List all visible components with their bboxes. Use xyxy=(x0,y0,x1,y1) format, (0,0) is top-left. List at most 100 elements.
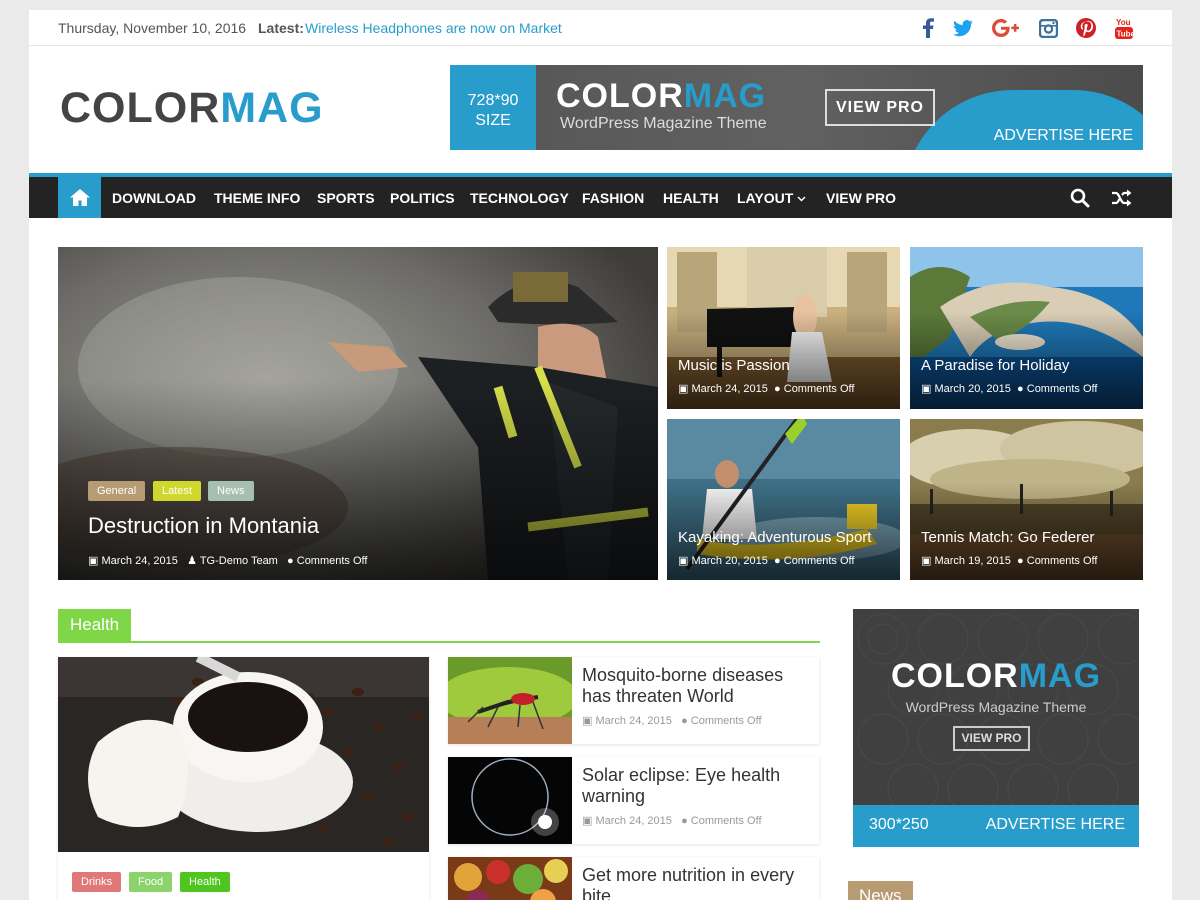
main-navigation: DOWNLOAD THEME INFO SPORTS POLITICS TECH… xyxy=(29,173,1172,218)
post-comments: Comments Off xyxy=(1026,555,1098,567)
nav-layout[interactable]: LAYOUT xyxy=(737,190,806,206)
random-post-shuffle-icon[interactable] xyxy=(1112,189,1132,207)
post-thumbnail[interactable] xyxy=(448,657,572,744)
svg-text:You: You xyxy=(1116,18,1131,27)
nav-theme-info[interactable]: THEME INFO xyxy=(214,190,300,206)
nav-view-pro[interactable]: VIEW PRO xyxy=(826,190,896,206)
latest-label: Latest: xyxy=(258,20,304,36)
solar-eclipse-image xyxy=(448,757,572,844)
category-food[interactable]: Food xyxy=(129,872,173,892)
calendar-icon: ▣ xyxy=(921,555,932,567)
nav-fashion[interactable]: FASHION xyxy=(582,190,644,206)
post-date[interactable]: March 19, 2015 xyxy=(934,555,1010,567)
health-post-item[interactable]: Solar eclipse: Eye health warning ▣ Marc… xyxy=(448,757,819,844)
comment-icon: ● xyxy=(1017,383,1024,395)
category-drinks[interactable]: Drinks xyxy=(72,872,122,892)
health-main-post[interactable]: Drinks Food Health xyxy=(58,657,429,900)
nav-health[interactable]: HEALTH xyxy=(663,190,719,206)
category-health[interactable]: Health xyxy=(180,872,230,892)
ad-brand-blue: MAG xyxy=(683,77,767,115)
logo-text-dark: COLOR xyxy=(60,84,221,132)
site-logo[interactable]: COLORMAG xyxy=(60,84,324,133)
health-post-item[interactable]: Mosquito-borne diseases has threaten Wor… xyxy=(448,657,819,744)
ad-brand-blue: MAG xyxy=(1018,657,1102,695)
post-date[interactable]: March 24, 2015 xyxy=(595,715,671,727)
post-date[interactable]: March 20, 2015 xyxy=(934,383,1010,395)
post-date[interactable]: March 24, 2015 xyxy=(691,383,767,395)
post-title[interactable]: Solar eclipse: Eye health warning xyxy=(582,765,812,807)
sidebar-advertisement[interactable]: COLORMAG WordPress Magazine Theme VIEW P… xyxy=(853,609,1139,847)
search-icon[interactable] xyxy=(1070,188,1090,208)
category-general[interactable]: General xyxy=(88,481,146,501)
ad-tagline: WordPress Magazine Theme xyxy=(560,115,767,132)
featured-main-title[interactable]: Destruction in Montania xyxy=(88,513,319,539)
mosquito-image xyxy=(448,657,572,744)
featured-post-meta: ▣ March 20, 2015 ● Comments Off xyxy=(921,382,1097,395)
post-title[interactable]: Mosquito-borne diseases has threaten Wor… xyxy=(582,665,812,707)
featured-post-meta: ▣ March 24, 2015 ● Comments Off xyxy=(678,382,854,395)
svg-text:Tube: Tube xyxy=(1117,30,1135,39)
comment-icon: ● xyxy=(774,383,781,395)
home-button[interactable] xyxy=(58,177,101,218)
nav-download[interactable]: DOWNLOAD xyxy=(112,190,196,206)
featured-main-post[interactable]: General Latest News Destruction in Monta… xyxy=(58,247,658,580)
post-meta: ▣ March 24, 2015 ● Comments Off xyxy=(582,814,762,827)
top-bar: Thursday, November 10, 2016 Latest: Wire… xyxy=(29,10,1172,46)
ad-view-pro-button[interactable]: VIEW PRO xyxy=(825,89,935,126)
home-icon xyxy=(69,189,90,206)
youtube-icon[interactable]: You Tube xyxy=(1113,17,1135,39)
ad-size-label: 728*90 xyxy=(467,92,519,109)
twitter-icon[interactable] xyxy=(952,17,974,39)
header-advertisement[interactable]: 728*90 SIZE COLORMAG WordPress Magazine … xyxy=(450,65,1143,150)
post-comments: Comments Off xyxy=(1026,383,1098,395)
chevron-down-icon xyxy=(797,196,806,202)
post-date[interactable]: March 24, 2015 xyxy=(595,815,671,827)
latest-news-link[interactable]: Wireless Headphones are now on Market xyxy=(305,20,562,36)
page: Thursday, November 10, 2016 Latest: Wire… xyxy=(29,10,1172,900)
news-section-heading[interactable]: News xyxy=(848,881,913,900)
featured-main-meta: ▣ March 24, 2015 ♟ TG-Demo Team ● Commen… xyxy=(88,554,367,567)
post-author[interactable]: TG-Demo Team xyxy=(200,555,278,567)
health-post-item[interactable]: Get more nutrition in every bite xyxy=(448,857,819,900)
featured-post-paradise[interactable]: A Paradise for Holiday ▣ March 20, 2015 … xyxy=(910,247,1143,409)
ad-brand: COLORMAG xyxy=(556,77,766,116)
calendar-icon: ▣ xyxy=(678,383,689,395)
featured-post-title[interactable]: Music is Passion xyxy=(678,357,790,374)
pinterest-icon[interactable] xyxy=(1075,17,1097,39)
health-heading-label[interactable]: Health xyxy=(58,609,132,641)
health-section-heading: Health xyxy=(58,609,820,643)
category-news[interactable]: News xyxy=(208,481,254,501)
ad-size-box: 728*90 SIZE xyxy=(450,65,536,150)
nav-politics[interactable]: POLITICS xyxy=(390,190,455,206)
post-title[interactable]: Get more nutrition in every bite xyxy=(582,865,812,900)
ad-view-pro-button[interactable]: VIEW PRO xyxy=(953,726,1030,751)
featured-post-meta: ▣ March 20, 2015 ● Comments Off xyxy=(678,554,854,567)
featured-post-tennis[interactable]: Tennis Match: Go Federer ▣ March 19, 201… xyxy=(910,419,1143,580)
post-thumbnail[interactable] xyxy=(448,857,572,900)
calendar-icon: ▣ xyxy=(582,715,593,727)
featured-post-music[interactable]: Music is Passion ▣ March 24, 2015 ● Comm… xyxy=(667,247,900,409)
category-latest[interactable]: Latest xyxy=(153,481,201,501)
fruits-vegetables-image xyxy=(448,857,572,900)
post-comments: Comments Off xyxy=(690,815,762,827)
featured-post-title[interactable]: Kayaking: Adventurous Sport xyxy=(678,529,871,546)
ad-advertise-here: ADVERTISE HERE xyxy=(993,127,1133,144)
comment-icon: ● xyxy=(287,555,294,567)
ad-brand-dark: COLOR xyxy=(556,77,684,115)
post-date[interactable]: March 20, 2015 xyxy=(691,555,767,567)
google-plus-icon[interactable] xyxy=(991,17,1021,39)
featured-post-title[interactable]: Tennis Match: Go Federer xyxy=(921,529,1094,546)
nav-technology[interactable]: TECHNOLOGY xyxy=(470,190,569,206)
featured-post-kayaking[interactable]: Kayaking: Adventurous Sport ▣ March 20, … xyxy=(667,419,900,580)
featured-post-title[interactable]: A Paradise for Holiday xyxy=(921,357,1069,374)
ad-advertise-here: ADVERTISE HERE xyxy=(985,816,1125,833)
current-date: Thursday, November 10, 2016 xyxy=(58,20,247,36)
ad-size-unit: SIZE xyxy=(475,112,511,129)
nav-sports[interactable]: SPORTS xyxy=(317,190,375,206)
calendar-icon: ▣ xyxy=(582,815,593,827)
facebook-icon[interactable] xyxy=(917,17,939,39)
post-date[interactable]: March 24, 2015 xyxy=(101,555,177,567)
post-thumbnail[interactable] xyxy=(448,757,572,844)
nav-layout-label: LAYOUT xyxy=(737,190,794,206)
instagram-icon[interactable] xyxy=(1037,17,1059,39)
